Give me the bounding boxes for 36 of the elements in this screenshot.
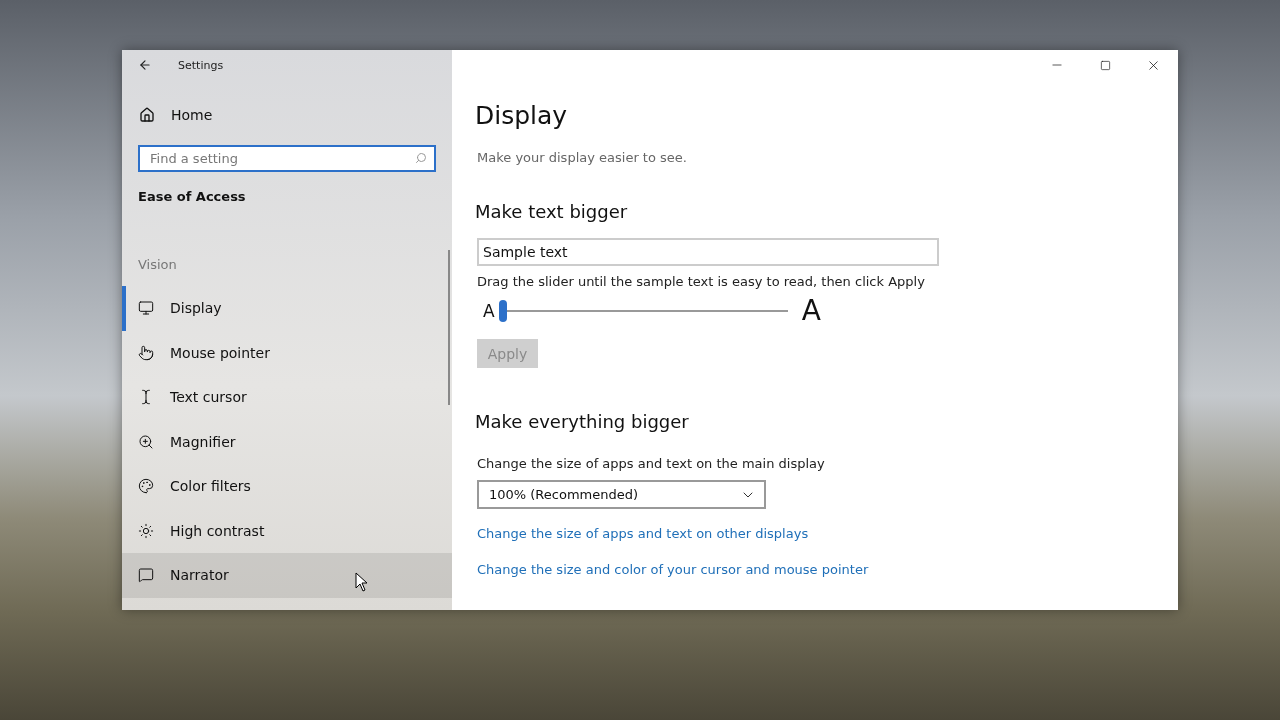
search-icon: [415, 152, 427, 164]
mouse-cursor-icon: [355, 572, 369, 592]
magnifier-icon: [138, 433, 154, 450]
large-a-label: A: [801, 294, 821, 327]
slider-thumb[interactable]: [498, 299, 507, 322]
maximize-icon: [1099, 59, 1111, 71]
sidebar-item[interactable]: High contrast: [122, 508, 452, 553]
settings-link[interactable]: Change the size of apps and text on other displays: [477, 526, 1178, 541]
page-subtitle: Make your display easier to see.: [477, 150, 688, 165]
settings-link[interactable]: Change the size and color of your cursor and mouse pointer: [477, 562, 1178, 577]
home-link[interactable]: Home: [122, 102, 452, 128]
palette-icon: [138, 478, 154, 495]
sidebar-item[interactable]: Color filters: [122, 464, 452, 509]
scale-dropdown[interactable]: 100% (Recommended): [477, 480, 766, 509]
back-button[interactable]: [138, 58, 152, 72]
hand-pointer-icon: [138, 344, 154, 361]
scale-label: Change the size of apps and text on the main display: [477, 456, 826, 471]
sidebar-item[interactable]: Text cursor: [122, 375, 452, 420]
home-icon: [139, 107, 155, 123]
monitor-icon: [138, 300, 154, 317]
sidebar-item[interactable]: Narrator: [122, 553, 452, 598]
section-title: Ease of Access: [137, 188, 247, 204]
group-label: Vision: [137, 256, 178, 272]
window-title: Settings: [178, 58, 224, 72]
sidebar-item[interactable]: Mouse pointer: [122, 330, 452, 375]
speech-bubble-icon: [138, 567, 154, 584]
sun-icon: [138, 522, 154, 539]
sidebar-item[interactable]: Magnifier: [122, 419, 452, 464]
section-heading: Make everything bigger: [475, 411, 690, 432]
scrollbar[interactable]: [448, 250, 450, 405]
section-heading: Make text bigger: [475, 201, 629, 222]
slider-hint: Drag the slider until the sample text is easy to read, then click Apply: [477, 274, 926, 289]
sample-text-field[interactable]: Sample text: [477, 238, 939, 266]
small-a-label: A: [483, 300, 495, 321]
search-field[interactable]: Find a setting: [138, 145, 436, 172]
page-title: Display: [475, 101, 569, 130]
